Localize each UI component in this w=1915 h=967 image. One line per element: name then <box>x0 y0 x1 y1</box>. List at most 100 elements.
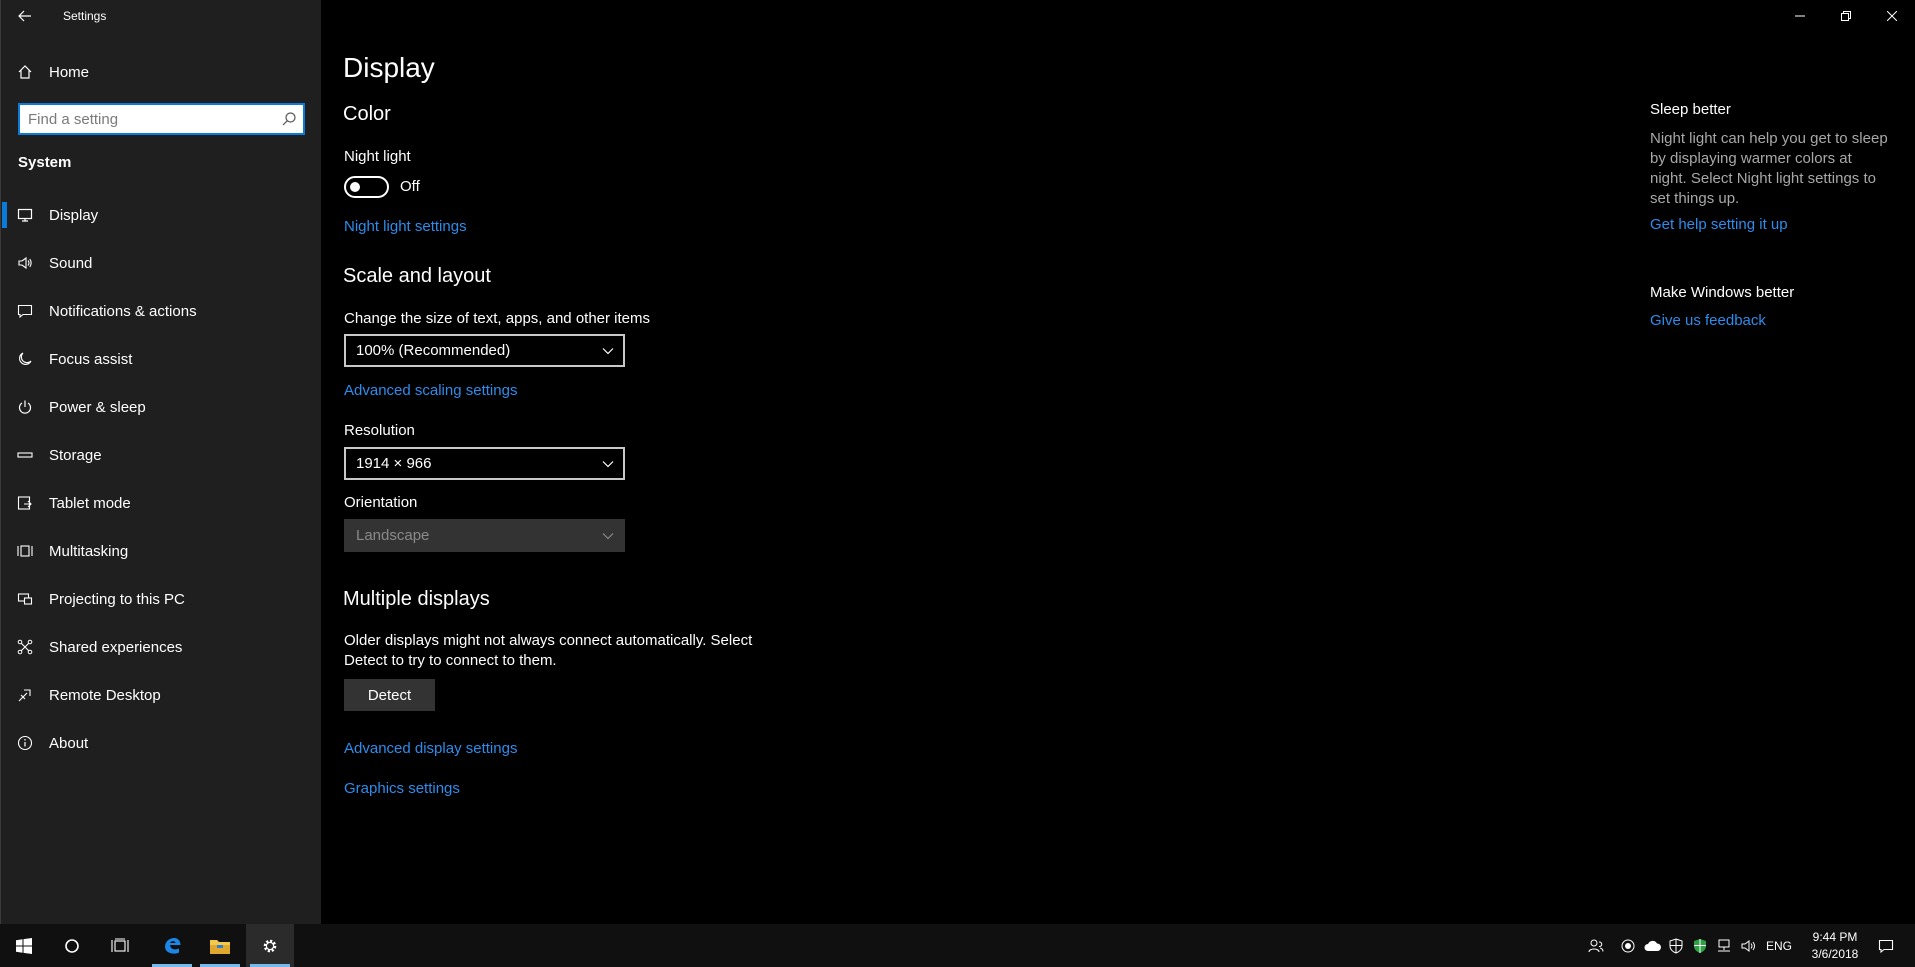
cortana-button[interactable] <box>48 924 96 967</box>
night-light-settings-link[interactable]: Night light settings <box>344 218 467 235</box>
chevron-down-icon <box>602 348 614 355</box>
close-button[interactable] <box>1869 0 1915 32</box>
sidebar-item-label: Shared experiences <box>49 638 183 656</box>
speaker-icon <box>18 256 32 270</box>
detect-button[interactable]: Detect <box>344 679 435 711</box>
notification-icon <box>17 304 33 319</box>
chevron-down-icon <box>602 533 614 540</box>
search-input[interactable] <box>20 105 303 133</box>
back-arrow-icon <box>18 10 31 22</box>
sidebar-item-label: Focus assist <box>49 350 133 368</box>
taskbar-file-explorer[interactable] <box>196 924 244 967</box>
chevron-down-icon <box>602 461 614 468</box>
start-button[interactable] <box>0 924 48 967</box>
section-heading-scale: Scale and layout <box>343 265 491 287</box>
page-title: Display <box>343 52 435 83</box>
sidebar-item-display[interactable]: Display <box>1 191 322 239</box>
taskbar-settings[interactable] <box>246 924 294 967</box>
tray-defender-button[interactable] <box>1666 924 1686 967</box>
people-button[interactable] <box>1582 924 1610 967</box>
task-view-button[interactable] <box>96 924 144 967</box>
tray-network-button[interactable] <box>1714 924 1734 967</box>
restore-icon <box>1841 11 1851 21</box>
search-icon[interactable] <box>281 111 297 127</box>
sidebar-item-multitasking[interactable]: Multitasking <box>1 527 322 575</box>
orientation-dropdown[interactable]: Landscape <box>344 519 625 552</box>
sidebar-item-label: Multitasking <box>49 542 129 560</box>
language-label: ENG <box>1765 938 1792 953</box>
sidebar-item-about[interactable]: About <box>1 719 322 767</box>
search-box <box>18 103 305 135</box>
clock-date: 3/6/2018 <box>1811 947 1859 961</box>
sidebar-item-label: Storage <box>49 446 102 464</box>
graphics-settings-link[interactable]: Graphics settings <box>344 780 460 797</box>
sidebar-item-notifications[interactable]: Notifications & actions <box>1 287 322 335</box>
sidebar-item-projecting[interactable]: Projecting to this PC <box>1 575 322 623</box>
sleep-better-text: Night light can help you get to sleep by… <box>1650 130 1888 207</box>
sidebar-item-focus-assist[interactable]: Focus assist <box>1 335 322 383</box>
display-icon <box>17 208 33 222</box>
section-heading-color: Color <box>343 103 391 125</box>
sidebar-item-shared-experiences[interactable]: Shared experiences <box>1 623 322 671</box>
tablet-icon <box>17 496 32 510</box>
language-indicator[interactable]: ENG <box>1764 924 1794 967</box>
gear-icon <box>263 939 277 952</box>
tray-security-button[interactable] <box>1690 924 1710 967</box>
orientation-dropdown-value: Landscape <box>356 527 430 544</box>
network-icon <box>1718 939 1730 951</box>
section-label-system: System <box>18 154 72 171</box>
minimize-button[interactable] <box>1777 0 1823 32</box>
sidebar-item-label: Home <box>49 63 90 81</box>
sidebar-item-label: Display <box>49 206 99 224</box>
sidebar-nav: Display Sound Notifications & actions Fo… <box>1 191 322 767</box>
cortana-icon <box>65 938 79 953</box>
security-shield-icon <box>1694 938 1706 953</box>
sidebar-item-label: Sound <box>49 254 93 272</box>
task-view-icon <box>111 937 129 952</box>
shield-icon <box>1669 937 1683 954</box>
close-icon <box>1887 11 1897 21</box>
resolution-dropdown[interactable]: 1914 × 966 <box>344 447 625 480</box>
sidebar-item-label: Tablet mode <box>49 494 131 512</box>
window-controls <box>1777 0 1915 32</box>
make-windows-better-title: Make Windows better <box>1650 284 1795 301</box>
info-icon <box>17 735 33 751</box>
resolution-label: Resolution <box>344 422 415 439</box>
sidebar-item-label: Remote Desktop <box>49 686 161 704</box>
app-title: Settings <box>63 9 107 23</box>
give-feedback-link[interactable]: Give us feedback <box>1650 312 1766 329</box>
section-heading-multiple-displays: Multiple displays <box>343 588 490 610</box>
tray-record-button[interactable] <box>1618 924 1638 967</box>
action-center-button[interactable] <box>1868 924 1904 967</box>
restore-button[interactable] <box>1823 0 1869 32</box>
record-icon <box>1621 939 1635 952</box>
folder-icon <box>210 939 230 954</box>
advanced-scaling-link[interactable]: Advanced scaling settings <box>344 382 517 399</box>
tray-onedrive-button[interactable] <box>1642 924 1664 967</box>
tray-volume-button[interactable] <box>1738 924 1760 967</box>
sidebar-item-remote-desktop[interactable]: Remote Desktop <box>1 671 322 719</box>
sidebar-item-label: About <box>49 734 89 752</box>
toggle-knob <box>350 182 360 192</box>
sidebar-item-tablet-mode[interactable]: Tablet mode <box>1 479 322 527</box>
scale-dropdown[interactable]: 100% (Recommended) <box>344 334 625 367</box>
night-light-toggle[interactable] <box>344 176 389 198</box>
clock[interactable]: 9:44 PM 3/6/2018 <box>1795 929 1875 963</box>
size-label: Change the size of text, apps, and other… <box>344 310 651 327</box>
multiple-displays-description: Older displays might not always connect … <box>344 632 753 669</box>
taskbar-edge[interactable] <box>148 924 196 967</box>
windows-logo-icon <box>16 937 32 954</box>
cloud-icon <box>1644 940 1661 951</box>
scale-dropdown-value: 100% (Recommended) <box>356 342 511 359</box>
sidebar-item-sound[interactable]: Sound <box>1 239 322 287</box>
sidebar-item-storage[interactable]: Storage <box>1 431 322 479</box>
orientation-label: Orientation <box>344 494 418 511</box>
sidebar-item-power-sleep[interactable]: Power & sleep <box>1 383 322 431</box>
back-button[interactable] <box>1 0 49 32</box>
storage-icon <box>17 452 33 458</box>
advanced-display-settings-link[interactable]: Advanced display settings <box>344 740 517 757</box>
sidebar-item-home[interactable]: Home <box>1 52 322 92</box>
clock-time: 9:44 PM <box>1812 930 1858 944</box>
night-light-label: Night light <box>344 148 411 165</box>
get-help-link[interactable]: Get help setting it up <box>1650 216 1788 233</box>
